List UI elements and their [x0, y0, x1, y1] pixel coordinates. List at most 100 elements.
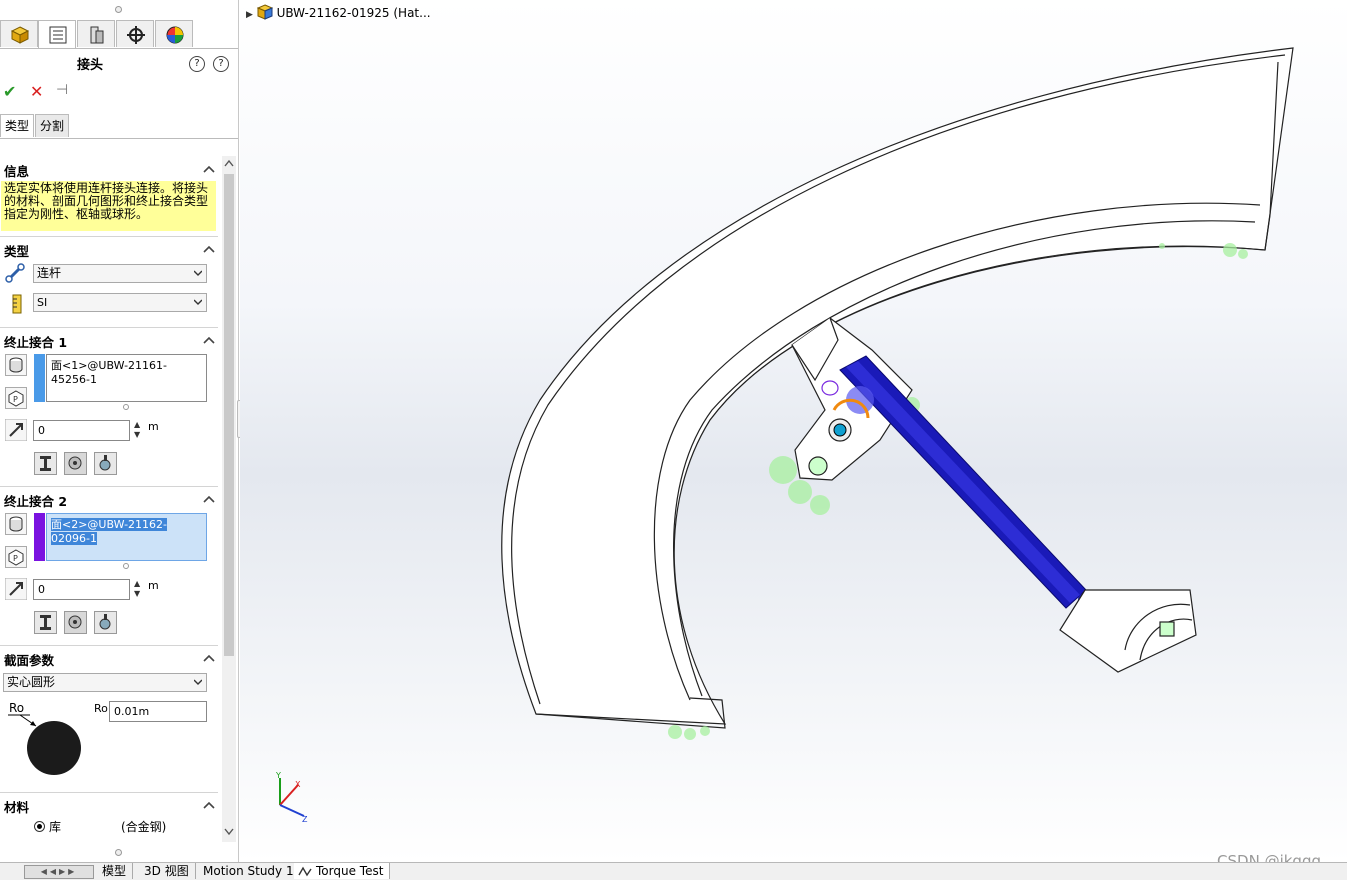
tab-type[interactable]: 类型 [0, 114, 35, 137]
tab-featuremanager[interactable] [0, 20, 38, 47]
rigid-joint-button[interactable] [34, 452, 57, 475]
chevron-up-icon[interactable] [224, 159, 234, 167]
offset-unit: m [148, 420, 159, 433]
chevron-up-icon[interactable] [203, 800, 215, 810]
end-joint-1-color [34, 354, 45, 402]
chevron-down-icon [194, 270, 202, 276]
tab-torque-test[interactable]: Torque Test [294, 863, 391, 879]
info-heading: 信息 [4, 164, 30, 179]
ball-joint-button[interactable] [94, 611, 117, 634]
configurationmanager-icon [90, 26, 104, 44]
unit-system-value: SI [37, 296, 48, 309]
tab-propertymanager[interactable] [38, 20, 76, 48]
ruler-icon [12, 294, 22, 314]
offset-spinner[interactable]: ▲ ▼ [134, 420, 142, 440]
material-heading: 材料 [4, 800, 30, 815]
list-resize-handle[interactable] [123, 404, 129, 410]
section-params-heading: 截面参数 [4, 653, 55, 668]
section-shape-select[interactable]: 实心圆形 [3, 673, 207, 692]
offset-direction-icon[interactable] [5, 419, 27, 441]
panel-grip-top[interactable] [0, 2, 238, 14]
graphics-viewport[interactable]: ▶ UBW-21162-01925 (Hat... X Y Z CSDN @jk… [240, 0, 1347, 870]
svg-text:Z: Z [302, 815, 308, 824]
link-connector-rod [832, 355, 1092, 630]
property-manager-panel: 接头 ? ? ✔ ✕ ⊣ 类型 分割 信息 选定实体将使用连杆接头连接。将接头的… [0, 0, 239, 862]
library-radio[interactable] [34, 821, 45, 832]
end-joint-1-offset-input[interactable]: 0 [33, 420, 130, 441]
tab-displaymanager[interactable] [155, 20, 193, 47]
info-message: 选定实体将使用连杆接头连接。将接头的材料、剖面几何图形和终止接合类型指定为刚性、… [1, 181, 216, 231]
simulation-icon [298, 866, 312, 877]
chevron-up-icon[interactable] [203, 335, 215, 345]
ok-button[interactable]: ✔ [3, 82, 16, 101]
manager-tabs [0, 20, 238, 49]
list-item[interactable]: 面<2>@UBW-21162-02096-1 [51, 518, 167, 545]
list-item[interactable]: 面<1>@UBW-21161-45256-1 [51, 359, 167, 386]
unit-system-select[interactable]: SI [33, 293, 207, 312]
pin-button[interactable]: ⊣ [56, 82, 68, 98]
solid-circle-section-icon [8, 714, 81, 775]
end-joint-1-heading: 终止接合 1 [4, 335, 68, 350]
offset-spinner[interactable]: ▲ ▼ [134, 579, 142, 599]
end-joint-2-color [34, 513, 45, 561]
offset-direction-icon[interactable] [5, 578, 27, 600]
connector-subtabs: 类型 分割 [0, 114, 238, 139]
link-connector-icon [5, 263, 25, 283]
connector-type-select[interactable]: 连杆 [33, 264, 207, 283]
lower-bracket [1059, 589, 1197, 673]
ok-cancel-row: ✔ ✕ ⊣ [0, 82, 238, 102]
material-name: (合金钢) [121, 820, 167, 834]
chevron-up-icon[interactable] [203, 164, 215, 174]
chevron-up-icon[interactable] [203, 244, 215, 254]
tab-3d-view[interactable]: 3D 视图 [138, 863, 196, 879]
section-shape-value: 实心圆形 [7, 675, 56, 689]
page-title: 接头 [76, 58, 103, 73]
svg-text:P: P [13, 395, 18, 404]
chevron-up-icon[interactable] [203, 653, 215, 663]
featuremanager-icon [10, 26, 30, 44]
end-joint-2-offset-input[interactable]: 0 [33, 579, 130, 600]
chevron-down-icon [194, 679, 202, 685]
chevron-down-icon[interactable] [224, 828, 234, 836]
pivot-joint-button[interactable] [64, 611, 87, 634]
face-select-icon[interactable] [5, 513, 27, 535]
cancel-button[interactable]: ✕ [30, 82, 43, 101]
ball-joint-button[interactable] [94, 452, 117, 475]
bottom-tab-bar: ◀◀▶▶ 模型 3D 视图 Motion Study 1 Torque Test [0, 862, 1347, 880]
pivot-joint-button[interactable] [64, 452, 87, 475]
tab-model[interactable]: 模型 [96, 863, 134, 879]
dimxpert-icon [127, 26, 145, 44]
tab-split[interactable]: 分割 [35, 114, 70, 137]
chevron-down-icon [194, 299, 202, 305]
connector-type-value: 连杆 [37, 266, 62, 280]
scroll-thumb[interactable] [224, 174, 234, 656]
list-resize-handle[interactable] [123, 563, 129, 569]
face-select-icon[interactable] [5, 354, 27, 376]
displaymanager-icon [166, 26, 184, 44]
end-joint-2-face-list[interactable]: 面<2>@UBW-21162-02096-1 [46, 513, 207, 561]
tab-torque-test-label: Torque Test [316, 864, 384, 878]
help-icon[interactable]: ? [213, 56, 229, 72]
offset-unit: m [148, 579, 159, 592]
svg-text:Y: Y [275, 771, 281, 780]
svg-text:X: X [295, 780, 301, 789]
model-view[interactable]: X Y Z [240, 0, 1347, 862]
whats-new-help-icon[interactable]: ? [189, 56, 205, 72]
ro-input[interactable]: 0.01m [109, 701, 207, 722]
type-heading: 类型 [4, 244, 30, 259]
end-joint-2-heading: 终止接合 2 [4, 494, 68, 509]
end-joint-1-face-list[interactable]: 面<1>@UBW-21161-45256-1 [46, 354, 207, 402]
tab-scroll-arrows[interactable]: ◀◀▶▶ [24, 865, 94, 879]
panel-grip-bottom[interactable] [0, 845, 238, 857]
library-label: 库 [49, 820, 62, 834]
panel-scrollbar[interactable] [222, 156, 236, 842]
chevron-up-icon[interactable] [203, 494, 215, 504]
tab-motion-study-1[interactable]: Motion Study 1 [197, 863, 301, 879]
part-select-icon[interactable]: P [5, 546, 27, 568]
tab-configurationmanager[interactable] [77, 20, 115, 47]
rigid-joint-button[interactable] [34, 611, 57, 634]
ro-field-label: Ro [94, 702, 108, 715]
part-select-icon[interactable]: P [5, 387, 27, 409]
svg-text:P: P [13, 554, 18, 563]
tab-dimxpert[interactable] [116, 20, 154, 47]
